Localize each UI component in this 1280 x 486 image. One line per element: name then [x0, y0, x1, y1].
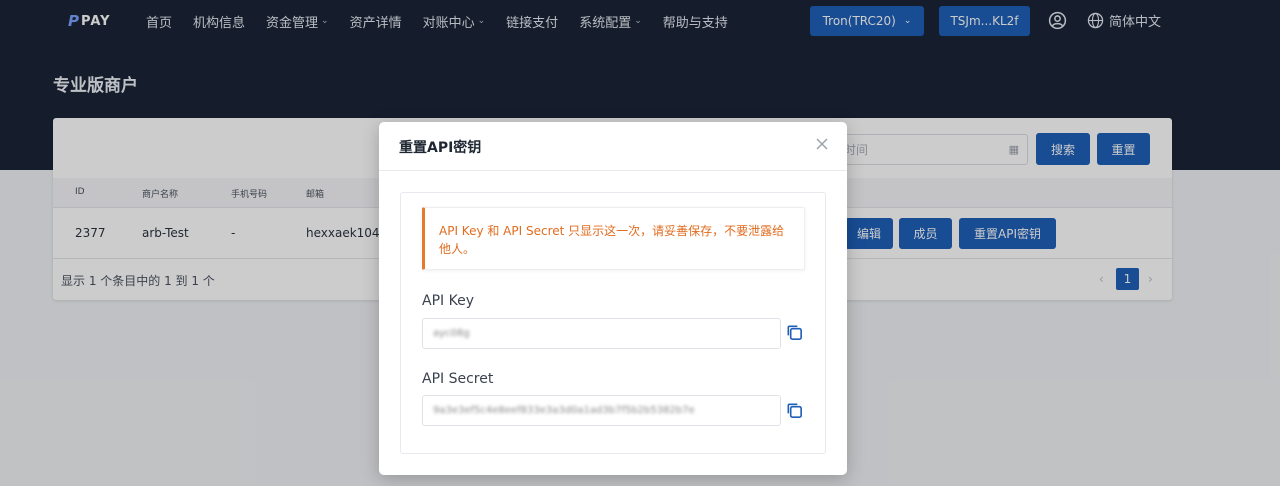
dialog-divider: [379, 170, 847, 171]
api-key-value: ayc08g: [433, 328, 470, 339]
dialog-body: API Key 和 API Secret 只显示这一次，请妥善保存，不要泄露给他…: [400, 192, 826, 454]
warning-alert: API Key 和 API Secret 只显示这一次，请妥善保存，不要泄露给他…: [422, 207, 805, 270]
close-icon[interactable]: [814, 136, 830, 152]
api-key-label: API Key: [422, 293, 474, 309]
api-secret-label: API Secret: [422, 371, 494, 387]
copy-icon[interactable]: [785, 401, 804, 420]
dialog-title: 重置API密钥: [399, 140, 482, 156]
reset-api-key-dialog: 重置API密钥 API Key 和 API Secret 只显示这一次，请妥善保…: [379, 122, 847, 475]
api-secret-value: 9a3e3ef5c4e8eef833e3a3d0a1ad3b7f5b2b5382…: [433, 405, 695, 416]
api-key-field[interactable]: ayc08g: [422, 318, 781, 349]
api-secret-field[interactable]: 9a3e3ef5c4e8eef833e3a3d0a1ad3b7f5b2b5382…: [422, 395, 781, 426]
copy-icon[interactable]: [785, 323, 804, 342]
warning-text: API Key 和 API Secret 只显示这一次，请妥善保存，不要泄露给他…: [439, 224, 785, 256]
